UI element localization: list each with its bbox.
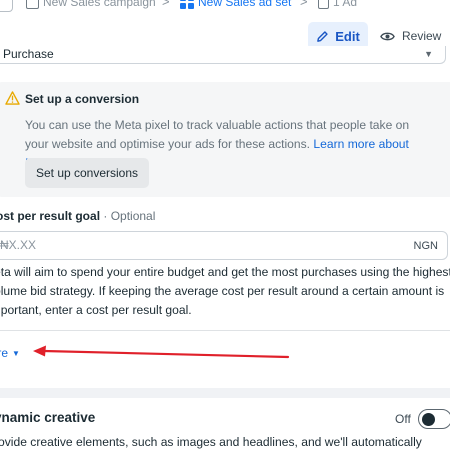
ad-icon bbox=[318, 0, 329, 9]
cost-goal-description: eta will aim to spend your entire budget… bbox=[0, 265, 450, 317]
more-options-link[interactable]: lore ▼ bbox=[0, 346, 20, 360]
adset-grid-icon bbox=[180, 0, 194, 9]
toggle-knob bbox=[422, 412, 435, 426]
pencil-icon bbox=[317, 30, 328, 42]
edit-button-label: Edit bbox=[335, 28, 360, 44]
chevron-down-icon: ▼ bbox=[424, 49, 433, 59]
performance-goal-value: Purchase bbox=[3, 47, 54, 61]
back-button[interactable] bbox=[0, 0, 13, 12]
cost-per-result-field[interactable]: NGN bbox=[0, 231, 448, 260]
section-separator bbox=[0, 388, 450, 398]
breadcrumb-ad-set-label: New Sales ad set bbox=[198, 0, 292, 9]
cost-per-result-label: ost per result goal · Optional bbox=[0, 209, 155, 223]
dynamic-creative-state: Off bbox=[395, 412, 411, 426]
breadcrumb-campaign[interactable]: New Sales campaign bbox=[26, 0, 156, 12]
cost-per-result-title: ost per result goal bbox=[0, 209, 101, 223]
dynamic-creative-description: rovide creative elements, such as images… bbox=[0, 435, 422, 449]
review-button-label: Review bbox=[402, 29, 442, 43]
notice-title: Set up a conversion bbox=[25, 92, 140, 106]
performance-goal-select[interactable]: Purchase ▼ bbox=[0, 46, 446, 64]
divider bbox=[0, 330, 450, 331]
breadcrumb-campaign-label: New Sales campaign bbox=[43, 0, 156, 9]
eye-icon bbox=[380, 32, 395, 40]
caret-down-icon: ▼ bbox=[12, 348, 20, 358]
conversion-notice: Set up a conversion You can use the Meta… bbox=[0, 82, 450, 197]
more-options-label: lore bbox=[0, 346, 9, 360]
set-up-conversions-button[interactable]: Set up conversions bbox=[25, 158, 149, 188]
currency-label: NGN bbox=[413, 240, 438, 252]
breadcrumb-ad-set[interactable]: New Sales ad set bbox=[180, 0, 291, 12]
breadcrumb-separator: > bbox=[300, 0, 308, 9]
optional-tag: · Optional bbox=[103, 209, 156, 223]
checkbox-icon bbox=[26, 0, 39, 9]
breadcrumb-ad[interactable]: 1 Ad bbox=[318, 0, 357, 12]
dynamic-creative-toggle[interactable] bbox=[418, 409, 450, 429]
top-bar: New Sales campaign > New Sales ad set > … bbox=[0, 0, 450, 70]
breadcrumb-ad-label: 1 Ad bbox=[333, 0, 358, 9]
breadcrumb-separator: > bbox=[162, 0, 170, 9]
dynamic-creative-title: ynamic creative bbox=[0, 410, 96, 425]
cost-per-result-input[interactable] bbox=[0, 238, 300, 252]
warning-icon bbox=[5, 91, 20, 105]
